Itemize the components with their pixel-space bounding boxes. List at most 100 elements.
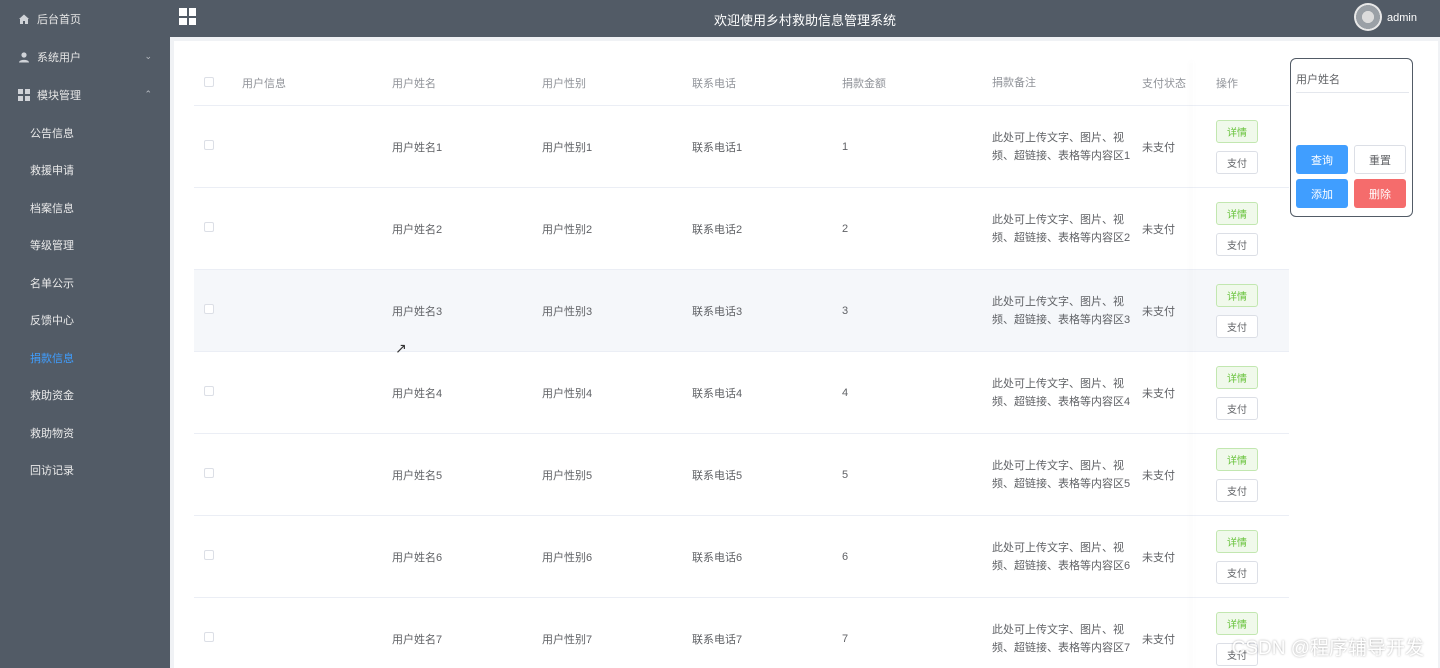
column-header: 捐款金额 xyxy=(842,78,886,90)
pay-button[interactable]: 支付 xyxy=(1216,232,1258,256)
cell-remark: 此处可上传文字、图片、视频、超链接、表格等内容区6 xyxy=(992,541,1131,572)
column-header: 用户姓名 xyxy=(392,78,436,90)
column-header: 联系电话 xyxy=(692,78,736,90)
sidebar-item-donation[interactable]: 捐款信息 xyxy=(0,339,170,377)
main-content: 用户信息 用户姓名 用户性别 联系电话 捐款金额 捐款备注 支付状态 操作 用户… xyxy=(170,37,1440,668)
username[interactable]: admin xyxy=(1387,12,1417,24)
cell-status: 未支付 xyxy=(1142,305,1175,318)
sidebar-item-feedback[interactable]: 反馈中心 xyxy=(0,302,170,340)
sidebar-item-funds[interactable]: 救助资金 xyxy=(0,377,170,415)
row-checkbox[interactable] xyxy=(204,304,214,314)
sidebar-item-rescue-application[interactable]: 救援申请 xyxy=(0,152,170,190)
cell-name: 用户姓名5 xyxy=(392,469,443,482)
select-all-checkbox[interactable] xyxy=(204,76,214,87)
cell-gender: 用户性别7 xyxy=(542,633,593,646)
search-input[interactable] xyxy=(1296,92,1409,122)
top-bar: 欢迎使用乡村救助信息管理系统 admin xyxy=(170,0,1440,37)
detail-button[interactable]: 详情 xyxy=(1216,365,1258,389)
add-button[interactable]: 添加 xyxy=(1296,179,1348,208)
table-header: 用户信息 用户姓名 用户性别 联系电话 捐款金额 捐款备注 支付状态 操作 xyxy=(194,61,1289,106)
cell-name: 用户姓名4 xyxy=(392,387,443,400)
cell-remark: 此处可上传文字、图片、视频、超链接、表格等内容区5 xyxy=(992,459,1131,490)
pay-button[interactable]: 支付 xyxy=(1216,150,1258,174)
delete-button[interactable]: 删除 xyxy=(1354,179,1406,208)
detail-button[interactable]: 详情 xyxy=(1216,119,1258,143)
table-row[interactable]: 用户姓名6 用户性别6 联系电话6 6 此处可上传文字、图片、视频、超链接、表格… xyxy=(194,516,1289,598)
row-checkbox[interactable] xyxy=(204,550,214,560)
pay-button[interactable]: 支付 xyxy=(1216,478,1258,502)
cell-phone: 联系电话1 xyxy=(692,141,743,154)
detail-button[interactable]: 详情 xyxy=(1216,201,1258,225)
detail-button[interactable]: 详情 xyxy=(1216,611,1258,635)
page-title: 欢迎使用乡村救助信息管理系统 xyxy=(713,13,896,28)
sidebar: 后台首页 系统用户 ⌄ 模块管理 ⌃ 公告信息 救援申请 档案信息 等级管理 名… xyxy=(0,0,170,668)
cell-status: 未支付 xyxy=(1142,387,1175,400)
cell-name: 用户姓名7 xyxy=(392,633,443,646)
sidebar-item-system-users[interactable]: 系统用户 ⌄ xyxy=(0,38,170,76)
detail-button[interactable]: 详情 xyxy=(1216,529,1258,553)
avatar[interactable] xyxy=(1354,3,1382,31)
sidebar-item-module-mgmt[interactable]: 模块管理 ⌃ xyxy=(0,76,170,114)
row-checkbox[interactable] xyxy=(204,632,214,642)
detail-button[interactable]: 详情 xyxy=(1216,283,1258,307)
cell-gender: 用户性别4 xyxy=(542,387,593,400)
row-checkbox[interactable] xyxy=(204,468,214,478)
pay-button[interactable]: 支付 xyxy=(1216,314,1258,338)
table-row[interactable]: 用户姓名1 用户性别1 联系电话1 1 此处可上传文字、图片、视频、超链接、表格… xyxy=(194,106,1289,188)
cell-phone: 联系电话5 xyxy=(692,469,743,482)
chevron-down-icon: ⌄ xyxy=(144,51,152,61)
cell-status: 未支付 xyxy=(1142,633,1175,646)
search-panel: 用户姓名 查询 重置 添加 删除 xyxy=(1290,58,1413,217)
pay-button[interactable]: 支付 xyxy=(1216,560,1258,584)
cell-gender: 用户性别6 xyxy=(542,551,593,564)
cell-name: 用户姓名6 xyxy=(392,551,443,564)
sidebar-item-label: 系统用户 xyxy=(37,52,81,64)
sidebar-item-announcement[interactable]: 公告信息 xyxy=(0,114,170,152)
chevron-up-icon: ⌃ xyxy=(144,89,152,99)
column-header: 捐款备注 xyxy=(992,77,1036,89)
table-row[interactable]: 用户姓名3 用户性别3 联系电话3 3 此处可上传文字、图片、视频、超链接、表格… xyxy=(194,270,1289,352)
query-button[interactable]: 查询 xyxy=(1296,145,1348,174)
sidebar-item-home[interactable]: 后台首页 xyxy=(0,0,170,38)
cell-remark: 此处可上传文字、图片、视频、超链接、表格等内容区2 xyxy=(992,213,1131,244)
sidebar-item-level[interactable]: 等级管理 xyxy=(0,227,170,265)
table-row[interactable]: 用户姓名5 用户性别5 联系电话5 5 此处可上传文字、图片、视频、超链接、表格… xyxy=(194,434,1289,516)
sidebar-item-label: 模块管理 xyxy=(37,90,81,102)
cell-status: 未支付 xyxy=(1142,141,1175,154)
cell-amount: 2 xyxy=(842,222,849,235)
row-checkbox[interactable] xyxy=(204,222,214,232)
cell-gender: 用户性别1 xyxy=(542,141,593,154)
cell-amount: 1 xyxy=(842,140,849,153)
cell-name: 用户姓名3 xyxy=(392,305,443,318)
cell-gender: 用户性别3 xyxy=(542,305,593,318)
sidebar-item-archive[interactable]: 档案信息 xyxy=(0,189,170,227)
table-row[interactable]: 用户姓名2 用户性别2 联系电话2 2 此处可上传文字、图片、视频、超链接、表格… xyxy=(194,188,1289,270)
column-header: 支付状态 xyxy=(1142,78,1186,90)
sidebar-item-list-public[interactable]: 名单公示 xyxy=(0,264,170,302)
row-checkbox[interactable] xyxy=(204,386,214,396)
reset-button[interactable]: 重置 xyxy=(1354,145,1406,174)
cell-name: 用户姓名1 xyxy=(392,141,443,154)
sidebar-item-supplies[interactable]: 救助物资 xyxy=(0,414,170,452)
content-card: 用户信息 用户姓名 用户性别 联系电话 捐款金额 捐款备注 支付状态 操作 用户… xyxy=(174,41,1438,668)
column-header: 用户性别 xyxy=(542,78,586,90)
mouse-cursor-icon: ↗ xyxy=(395,340,407,356)
cell-amount: 6 xyxy=(842,550,849,563)
table-row[interactable]: 用户姓名7 用户性别7 联系电话7 7 此处可上传文字、图片、视频、超链接、表格… xyxy=(194,598,1289,668)
user-icon xyxy=(18,51,30,63)
cell-remark: 此处可上传文字、图片、视频、超链接、表格等内容区3 xyxy=(992,295,1131,326)
cell-status: 未支付 xyxy=(1142,223,1175,236)
watermark: CSDN @程序辅导开发 xyxy=(1231,638,1424,659)
table-row[interactable]: 用户姓名4 用户性别4 联系电话4 4 此处可上传文字、图片、视频、超链接、表格… xyxy=(194,352,1289,434)
detail-button[interactable]: 详情 xyxy=(1216,447,1258,471)
row-checkbox[interactable] xyxy=(204,140,214,150)
cell-amount: 7 xyxy=(842,632,849,645)
sidebar-item-visit-record[interactable]: 回访记录 xyxy=(0,452,170,490)
cell-amount: 3 xyxy=(842,304,849,317)
pay-button[interactable]: 支付 xyxy=(1216,396,1258,420)
grid-icon xyxy=(18,89,30,101)
fixed-column-shadow xyxy=(1193,61,1194,668)
sidebar-item-label: 后台首页 xyxy=(37,14,81,26)
cell-phone: 联系电话3 xyxy=(692,305,743,318)
cell-phone: 联系电话7 xyxy=(692,633,743,646)
